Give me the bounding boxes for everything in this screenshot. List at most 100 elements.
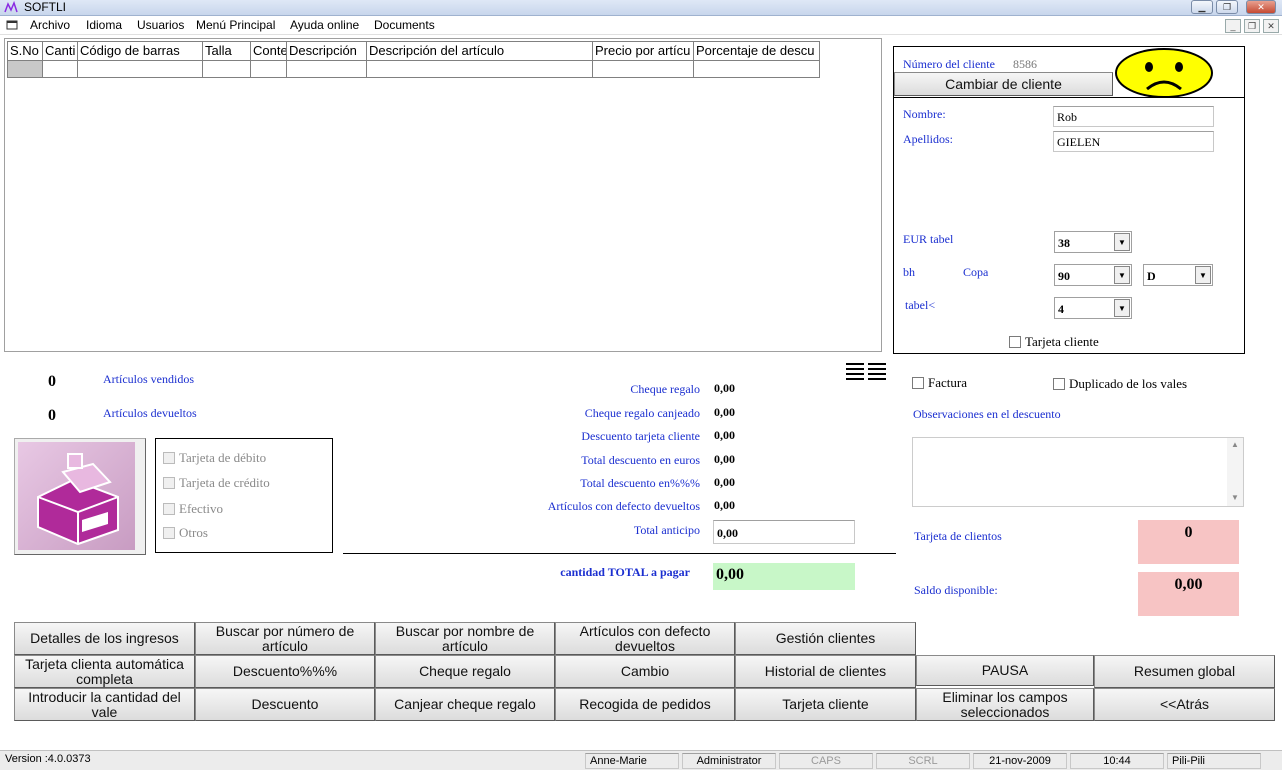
col-precio[interactable]: Precio por artícu — [593, 41, 694, 61]
menu-documents[interactable]: Documents — [374, 18, 435, 32]
change-customer-button[interactable]: Cambiar de cliente — [894, 72, 1113, 96]
col-cantidad[interactable]: Canti — [43, 41, 78, 61]
defect-returned-value: 0,00 — [714, 498, 735, 512]
minimize-button[interactable]: ▁ — [1191, 0, 1213, 14]
cash-label: Efectivo — [179, 501, 224, 516]
eur-tabel-value: 38 — [1058, 236, 1070, 250]
menu-principal[interactable]: Menú Principal — [196, 18, 275, 32]
tabel-select[interactable]: 4 ▼ — [1054, 297, 1132, 319]
col-descripcion-articulo[interactable]: Descripción del artículo — [367, 41, 593, 61]
col-sno[interactable]: S.No — [7, 41, 43, 61]
table-cell[interactable] — [43, 61, 78, 78]
customer-card-button[interactable]: Tarjeta cliente — [735, 688, 916, 721]
delete-selected-fields-button[interactable]: Eliminar los campos seleccionados — [916, 688, 1094, 721]
defect-returned-button[interactable]: Artículos con defecto devueltos — [555, 622, 735, 655]
close-button[interactable]: ✕ — [1246, 0, 1276, 14]
gift-voucher-redeemed-value: 0,00 — [714, 405, 735, 419]
col-codigo[interactable]: Código de barras — [78, 41, 203, 61]
mdi-close-button[interactable]: ✕ — [1263, 19, 1279, 33]
mdi-restore-button[interactable]: ❐ — [1244, 19, 1260, 33]
search-by-number-button[interactable]: Buscar por número de artículo — [195, 622, 375, 655]
global-summary-button[interactable]: Resumen global — [1094, 655, 1275, 688]
gift-voucher-button[interactable]: Cheque regalo — [375, 655, 555, 688]
discount-percent-button[interactable]: Descuento%%% — [195, 655, 375, 688]
mdi-minimize-button[interactable]: _ — [1225, 19, 1241, 33]
table-cell[interactable] — [251, 61, 287, 78]
exchange-button[interactable]: Cambio — [555, 655, 735, 688]
menu-ayuda[interactable]: Ayuda online — [290, 18, 359, 32]
receipt-list-icon[interactable] — [845, 362, 887, 382]
menu-usuarios[interactable]: Usuarios — [137, 18, 184, 32]
pause-button[interactable]: PAUSA — [916, 655, 1094, 686]
discount-percent-label: Total descuento en%%% — [580, 476, 700, 490]
other-checkbox[interactable]: Otros — [163, 525, 208, 541]
checkbox-icon — [1009, 336, 1021, 348]
customer-card-checkbox[interactable]: Tarjeta cliente — [1009, 334, 1099, 350]
observations-textarea[interactable]: ▲ ▼ — [912, 437, 1244, 507]
order-pickup-button[interactable]: Recogida de pedidos — [555, 688, 735, 721]
table-cell[interactable] — [593, 61, 694, 78]
customer-history-button[interactable]: Historial de clientes — [735, 655, 916, 688]
col-talla[interactable]: Talla — [203, 41, 251, 61]
redeem-gift-voucher-button[interactable]: Canjear cheque regalo — [375, 688, 555, 721]
copa-select[interactable]: D ▼ — [1143, 264, 1213, 286]
income-details-button[interactable]: Detalles de los ingresos — [14, 622, 195, 655]
eur-tabel-label: EUR tabel — [903, 232, 954, 246]
customer-panel: Número del cliente 8586 Cambiar de clien… — [893, 46, 1245, 354]
credit-card-checkbox[interactable]: Tarjeta de crédito — [163, 475, 270, 491]
auto-customer-card-button[interactable]: Tarjeta clienta automática completa — [14, 655, 195, 688]
bh-label: bh — [903, 265, 915, 279]
bh-select[interactable]: 90 ▼ — [1054, 264, 1132, 286]
search-by-name-button[interactable]: Buscar por nombre de artículo — [375, 622, 555, 655]
col-contenido[interactable]: Conte — [251, 41, 287, 61]
name-field[interactable]: Rob — [1053, 106, 1214, 127]
table-row-selector[interactable] — [7, 61, 43, 78]
chevron-down-icon[interactable]: ▼ — [1114, 266, 1130, 284]
chevron-down-icon[interactable]: ▼ — [1114, 233, 1130, 251]
table-cell[interactable] — [203, 61, 251, 78]
copa-value: D — [1147, 269, 1156, 283]
restore-button[interactable]: ❐ — [1216, 0, 1238, 14]
table-cell[interactable] — [78, 61, 203, 78]
sold-label: Artículos vendidos — [103, 372, 194, 386]
menu-idioma[interactable]: Idioma — [86, 18, 122, 32]
table-cell[interactable] — [287, 61, 367, 78]
surname-field[interactable]: GIELEN — [1053, 131, 1214, 152]
cash-register-button[interactable] — [14, 438, 146, 555]
scrollbar[interactable]: ▲ ▼ — [1227, 438, 1243, 506]
scroll-down-icon[interactable]: ▼ — [1231, 493, 1239, 502]
col-descripcion[interactable]: Descripción — [287, 41, 367, 61]
returned-label: Artículos devueltos — [103, 406, 197, 420]
duplicate-vouchers-checkbox[interactable]: Duplicado de los vales — [1053, 376, 1187, 392]
items-grid[interactable]: S.No Canti Código de barras Talla Conte … — [4, 38, 882, 352]
customer-number-value: 8586 — [1013, 57, 1037, 71]
factura-checkbox[interactable]: Factura — [912, 375, 967, 391]
discount-percent-value: 0,00 — [714, 475, 735, 489]
chevron-down-icon[interactable]: ▼ — [1195, 266, 1211, 284]
card-discount-value: 0,00 — [714, 428, 735, 442]
status-user: Anne-Marie — [585, 753, 679, 769]
table-cell[interactable] — [694, 61, 820, 78]
advance-field[interactable]: 0,00 — [713, 520, 855, 544]
back-button[interactable]: <<Atrás — [1094, 688, 1275, 721]
balance-value: 0,00 — [1138, 572, 1239, 616]
scroll-up-icon[interactable]: ▲ — [1231, 440, 1239, 449]
status-shop: Pili-Pili — [1167, 753, 1261, 769]
customer-management-button[interactable]: Gestión clientes — [735, 622, 916, 655]
app-icon — [4, 0, 18, 14]
status-time: 10:44 — [1070, 753, 1164, 769]
window-title: SOFTLI — [24, 0, 67, 14]
status-role: Administrator — [682, 753, 776, 769]
eur-tabel-select[interactable]: 38 ▼ — [1054, 231, 1132, 253]
enter-voucher-amount-button[interactable]: Introducir la cantidad del vale — [14, 688, 195, 721]
table-cell[interactable] — [367, 61, 593, 78]
col-porcentaje[interactable]: Porcentaje de descu — [694, 41, 820, 61]
debit-card-checkbox[interactable]: Tarjeta de débito — [163, 450, 266, 466]
name-label: Nombre: — [903, 107, 946, 121]
menu-bar: Archivo Idioma Usuarios Menú Principal A… — [0, 16, 1282, 35]
menu-archivo[interactable]: Archivo — [30, 18, 70, 32]
chevron-down-icon[interactable]: ▼ — [1114, 299, 1130, 317]
discount-button[interactable]: Descuento — [195, 688, 375, 721]
gift-voucher-redeemed-label: Cheque regalo canjeado — [584, 406, 700, 420]
cash-checkbox[interactable]: Efectivo — [163, 501, 223, 517]
